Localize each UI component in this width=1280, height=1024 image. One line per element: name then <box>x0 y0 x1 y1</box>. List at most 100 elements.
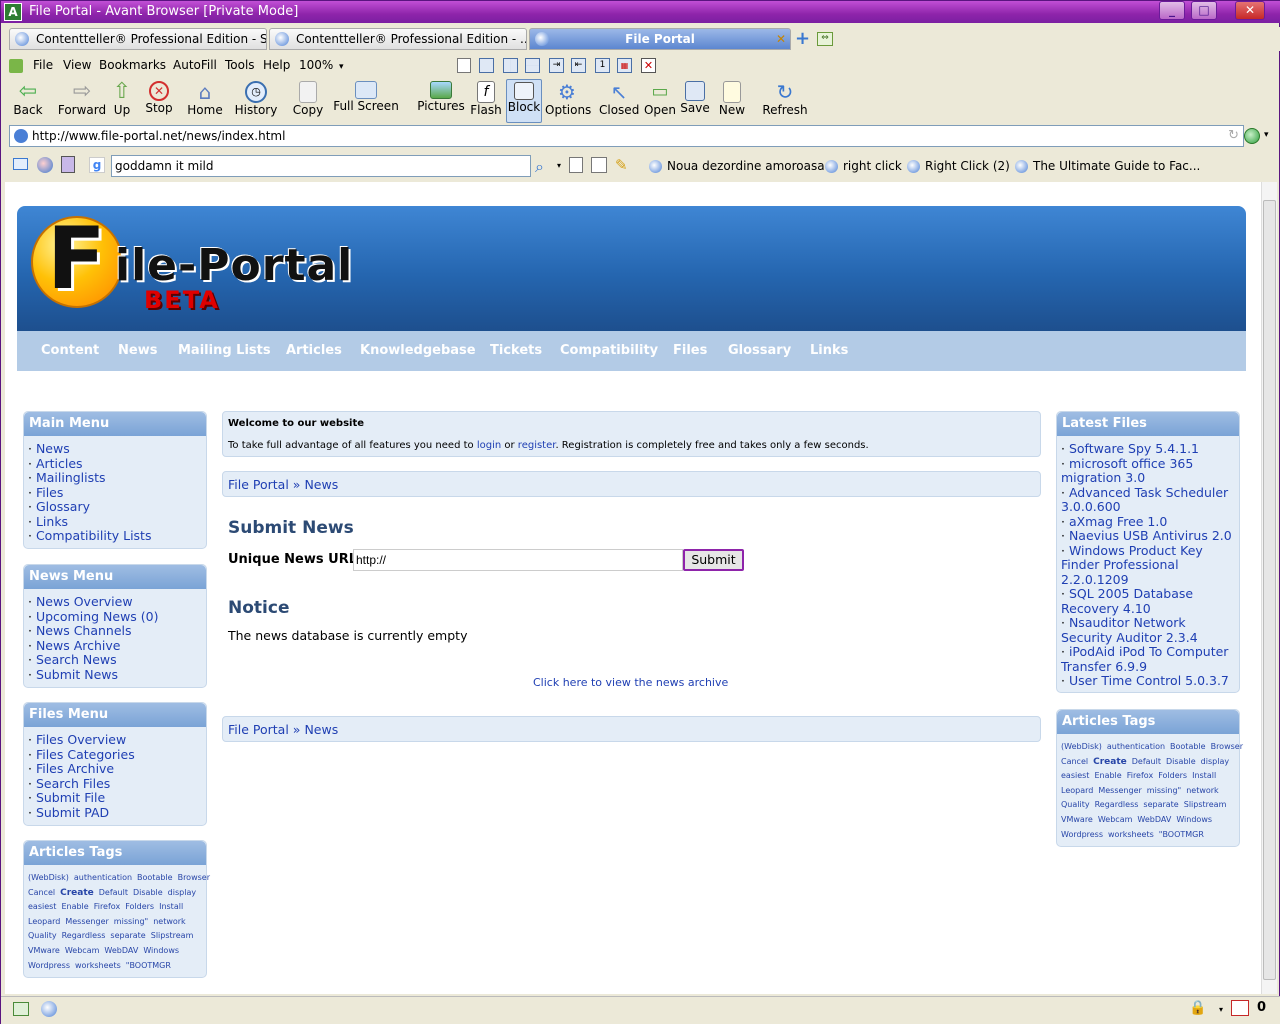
tag-link[interactable]: Create <box>60 888 94 898</box>
search-page-icon[interactable] <box>569 157 583 173</box>
menu-link-mailinglists[interactable]: Mailinglists <box>36 470 106 485</box>
tag-link[interactable]: Wordpress <box>1061 830 1103 839</box>
submit-button[interactable]: Submit <box>683 549 744 571</box>
breadcrumb-news[interactable]: News <box>304 722 338 737</box>
zoom-dropdown-icon[interactable]: ▾ <box>339 62 344 72</box>
forward-button[interactable]: ⇨ Forward <box>57 79 107 123</box>
tag-link[interactable]: easiest <box>28 902 56 911</box>
link-right-click-2[interactable]: Right Click (2) <box>907 159 1010 173</box>
tag-link[interactable]: Firefox <box>94 902 120 911</box>
refresh-button[interactable]: ↻ Refresh <box>757 79 813 123</box>
reload-small-icon[interactable]: ↻ <box>1228 126 1239 146</box>
news-url-input[interactable] <box>353 549 683 571</box>
tag-link[interactable]: Install <box>1192 771 1216 780</box>
register-link[interactable]: register <box>518 440 556 451</box>
status-dropdown-icon[interactable]: ▾ <box>1219 1005 1223 1014</box>
search-dropdown-icon[interactable]: ▾ <box>557 161 561 170</box>
open-button[interactable]: ▭ Open <box>643 79 677 123</box>
tag-link[interactable]: Leopard <box>1061 786 1093 795</box>
save-button[interactable]: Save <box>679 79 711 123</box>
tag-link[interactable]: authentication <box>74 873 132 882</box>
new-page-icon[interactable] <box>457 58 471 73</box>
latest-file-link[interactable]: Windows Product Key Finder Professional … <box>1061 543 1203 587</box>
tag-link[interactable]: (WebDisk) <box>1061 742 1102 751</box>
nav-knowledgebase[interactable]: Knowledgebase <box>360 343 476 358</box>
upcoming-news-link[interactable]: Upcoming News (0) <box>36 609 159 624</box>
full-screen-button[interactable]: Full Screen <box>333 79 399 123</box>
tag-link[interactable]: Slipstream <box>151 931 194 940</box>
options-button[interactable]: ⚙ Options <box>545 79 591 123</box>
tag-link[interactable]: separate <box>110 931 145 940</box>
search-files-link[interactable]: Search Files <box>36 776 110 791</box>
tag-link[interactable]: authentication <box>1107 742 1165 751</box>
new-tab-icon[interactable]: + <box>795 30 811 48</box>
grid-window-icon[interactable]: ▦ <box>617 58 632 73</box>
tag-link[interactable]: Windows <box>143 946 179 955</box>
search-go-icon[interactable]: ⌕ <box>535 157 544 177</box>
tag-link[interactable]: separate <box>1143 800 1178 809</box>
tag-link[interactable]: Browser <box>1211 742 1243 751</box>
latest-file-link[interactable]: microsoft office 365 migration 3.0 <box>1061 456 1193 486</box>
tag-link[interactable]: "BOOTMGR <box>1159 830 1204 839</box>
copy-button[interactable]: Copy <box>291 79 325 123</box>
menu-file[interactable]: File <box>33 58 53 72</box>
flash-button[interactable]: f Flash <box>469 79 503 123</box>
search-news-link[interactable]: Search News <box>36 652 117 667</box>
closed-button[interactable]: ↖ Closed <box>599 79 639 123</box>
history-button[interactable]: ◷ History <box>233 79 279 123</box>
latest-file-link[interactable]: SQL 2005 Database Recovery 4.10 <box>1061 586 1193 616</box>
latest-file-link[interactable]: Naevius USB Antivirus 2.0 <box>1069 528 1232 543</box>
rss-icon[interactable] <box>37 157 53 173</box>
nav-news[interactable]: News <box>118 343 157 358</box>
breadcrumb-file-portal[interactable]: File Portal <box>228 477 289 492</box>
news-archive-link[interactable]: Click here to view the news archive <box>533 676 728 689</box>
tab-contentteller-2[interactable]: Contentteller® Professional Edition - ..… <box>269 28 527 50</box>
zoom-level[interactable]: 100% <box>299 58 333 72</box>
tag-link[interactable]: Messenger <box>1098 786 1141 795</box>
tag-link[interactable]: missing" <box>114 917 148 926</box>
menu-link-articles[interactable]: Articles <box>36 456 83 471</box>
maximize-button[interactable]: □ <box>1191 1 1217 20</box>
news-overview-link[interactable]: News Overview <box>36 594 133 609</box>
tag-link[interactable]: Messenger <box>65 917 108 926</box>
login-link[interactable]: login <box>477 440 501 451</box>
mail-icon[interactable] <box>13 158 28 170</box>
scrollbar-thumb[interactable] <box>1263 200 1276 980</box>
nav-content[interactable]: Content <box>41 343 99 358</box>
tag-link[interactable]: Windows <box>1176 815 1212 824</box>
home-button[interactable]: ⌂ Home <box>185 79 225 123</box>
tag-link[interactable]: Webcam <box>65 946 100 955</box>
link-noua-dezordine[interactable]: Noua dezordine amoroasa <box>649 159 825 173</box>
tile-horizontal-icon[interactable] <box>525 58 540 73</box>
close-tab-icon[interactable]: ✕ <box>776 29 786 49</box>
tag-link[interactable]: Firefox <box>1127 771 1153 780</box>
tag-link[interactable]: missing" <box>1147 786 1181 795</box>
go-dropdown-icon[interactable]: ▾ <box>1264 130 1269 140</box>
tag-link[interactable]: Default <box>99 888 128 897</box>
tag-link[interactable]: Slipstream <box>1184 800 1227 809</box>
cascade-icon[interactable] <box>479 58 494 73</box>
tag-link[interactable]: network <box>1186 786 1219 795</box>
menu-link-files[interactable]: Files <box>36 485 63 500</box>
files-overview-link[interactable]: Files Overview <box>36 732 126 747</box>
tab-contentteller-1[interactable]: Contentteller® Professional Edition - S.… <box>9 28 267 50</box>
notes-icon[interactable] <box>61 156 75 173</box>
minimize-button[interactable]: _ <box>1159 1 1185 20</box>
site-logo[interactable]: ile-Portal <box>115 240 353 291</box>
latest-file-link[interactable]: iPodAid iPod To Computer Transfer 6.9.9 <box>1061 644 1228 674</box>
new-button[interactable]: New <box>713 79 751 123</box>
latest-file-link[interactable]: Nsauditor Network Security Auditor 2.3.4 <box>1061 615 1198 645</box>
news-archive-link[interactable]: News Archive <box>36 638 121 653</box>
tag-link[interactable]: Leopard <box>28 917 60 926</box>
tab-file-portal[interactable]: File Portal ✕ <box>529 28 791 50</box>
title-bar[interactable]: A File Portal - Avant Browser [Private M… <box>1 1 1280 23</box>
up-button[interactable]: ⇧ Up <box>109 79 135 123</box>
close-all-icon[interactable]: ✕ <box>641 58 656 73</box>
tag-link[interactable]: Webcam <box>1098 815 1133 824</box>
menu-autofill[interactable]: AutoFill <box>173 58 217 72</box>
tag-link[interactable]: Regardless <box>62 931 106 940</box>
submit-news-link[interactable]: Submit News <box>36 667 118 682</box>
tag-link[interactable]: worksheets <box>75 961 121 970</box>
tag-link[interactable]: display <box>168 888 196 897</box>
tag-link[interactable]: Quality <box>1061 800 1090 809</box>
